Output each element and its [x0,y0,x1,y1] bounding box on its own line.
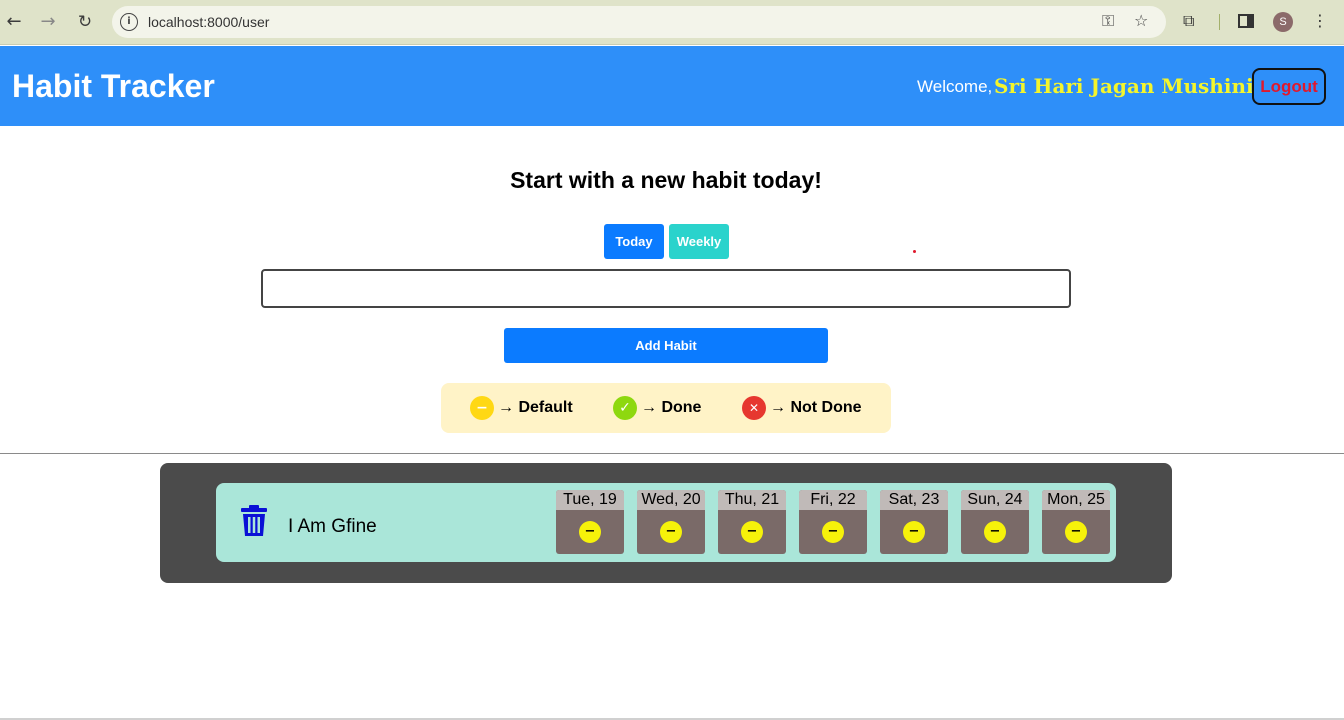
day-cell: Tue, 19 − [556,490,624,554]
trash-icon[interactable] [240,505,268,537]
address-bar[interactable]: i localhost:8000/user ⚿ ☆ [112,6,1166,38]
password-key-icon[interactable]: ⚿ [1102,11,1114,31]
toolbar-separator [1219,14,1220,30]
tab-today[interactable]: Today [604,224,664,259]
minus-circle-icon: − [470,396,494,420]
check-circle-icon: ✓ [613,396,637,420]
habit-name-input[interactable] [261,269,1071,308]
reload-icon[interactable]: ↻ [74,11,96,33]
day-cell: Wed, 20 − [637,490,705,554]
day-cell: Fri, 22 − [799,490,867,554]
back-arrow-icon[interactable]: ← [3,11,25,33]
side-panel-icon[interactable] [1238,14,1254,28]
browser-toolbar: ← → ↻ i localhost:8000/user ⚿ ☆ ⧉ S ⋮ [0,0,1344,45]
day-label: Sun, 24 [961,490,1029,510]
minus-circle-icon[interactable]: − [1065,521,1087,543]
url-text[interactable]: localhost:8000/user [148,14,269,30]
forward-arrow-icon[interactable]: → [37,11,59,33]
habit-list-panel: I Am Gfine Tue, 19 − Wed, 20 − Thu, 21 −… [160,463,1172,583]
day-label: Thu, 21 [718,490,786,510]
welcome-label: Welcome, [917,77,993,96]
day-label: Sat, 23 [880,490,948,510]
day-label: Wed, 20 [637,490,705,510]
logout-button[interactable]: Logout [1252,68,1326,105]
site-info-icon[interactable]: i [120,13,138,31]
minus-circle-icon[interactable]: − [660,521,682,543]
username: Sri Hari Jagan Mushini [994,74,1254,98]
kebab-menu-icon[interactable]: ⋮ [1312,11,1328,30]
day-cell: Sun, 24 − [961,490,1029,554]
profile-avatar[interactable]: S [1273,12,1293,32]
extensions-puzzle-icon[interactable]: ⧉ [1183,11,1203,31]
minus-circle-icon[interactable]: − [984,521,1006,543]
x-circle-icon: ✕ [742,396,766,420]
day-label: Fri, 22 [799,490,867,510]
minus-circle-icon[interactable]: − [579,521,601,543]
habit-name: I Am Gfine [288,516,377,537]
section-divider [0,453,1344,454]
minus-circle-icon[interactable]: − [903,521,925,543]
legend-done-text: → Done [641,399,702,416]
minus-circle-icon[interactable]: − [741,521,763,543]
day-cell: Thu, 21 − [718,490,786,554]
bookmark-star-icon[interactable]: ☆ [1134,11,1148,30]
legend-not-done-text: → Not Done [770,399,862,416]
status-legend: − → Default ✓ → Done ✕ → Not Done [441,383,891,433]
app-title: Habit Tracker [12,68,215,104]
minus-circle-icon[interactable]: − [822,521,844,543]
habit-card: I Am Gfine Tue, 19 − Wed, 20 − Thu, 21 −… [216,483,1116,562]
day-cell: Mon, 25 − [1042,490,1110,554]
page-headline: Start with a new habit today! [510,167,822,193]
tab-weekly[interactable]: Weekly [669,224,729,259]
app-header: Habit Tracker Welcome, Sri Hari Jagan Mu… [0,46,1344,126]
day-label: Mon, 25 [1042,490,1110,510]
legend-default-text: → Default [498,399,573,416]
day-cell: Sat, 23 − [880,490,948,554]
day-label: Tue, 19 [556,490,624,510]
stray-dot [913,250,916,253]
add-habit-button[interactable]: Add Habit [504,328,828,363]
